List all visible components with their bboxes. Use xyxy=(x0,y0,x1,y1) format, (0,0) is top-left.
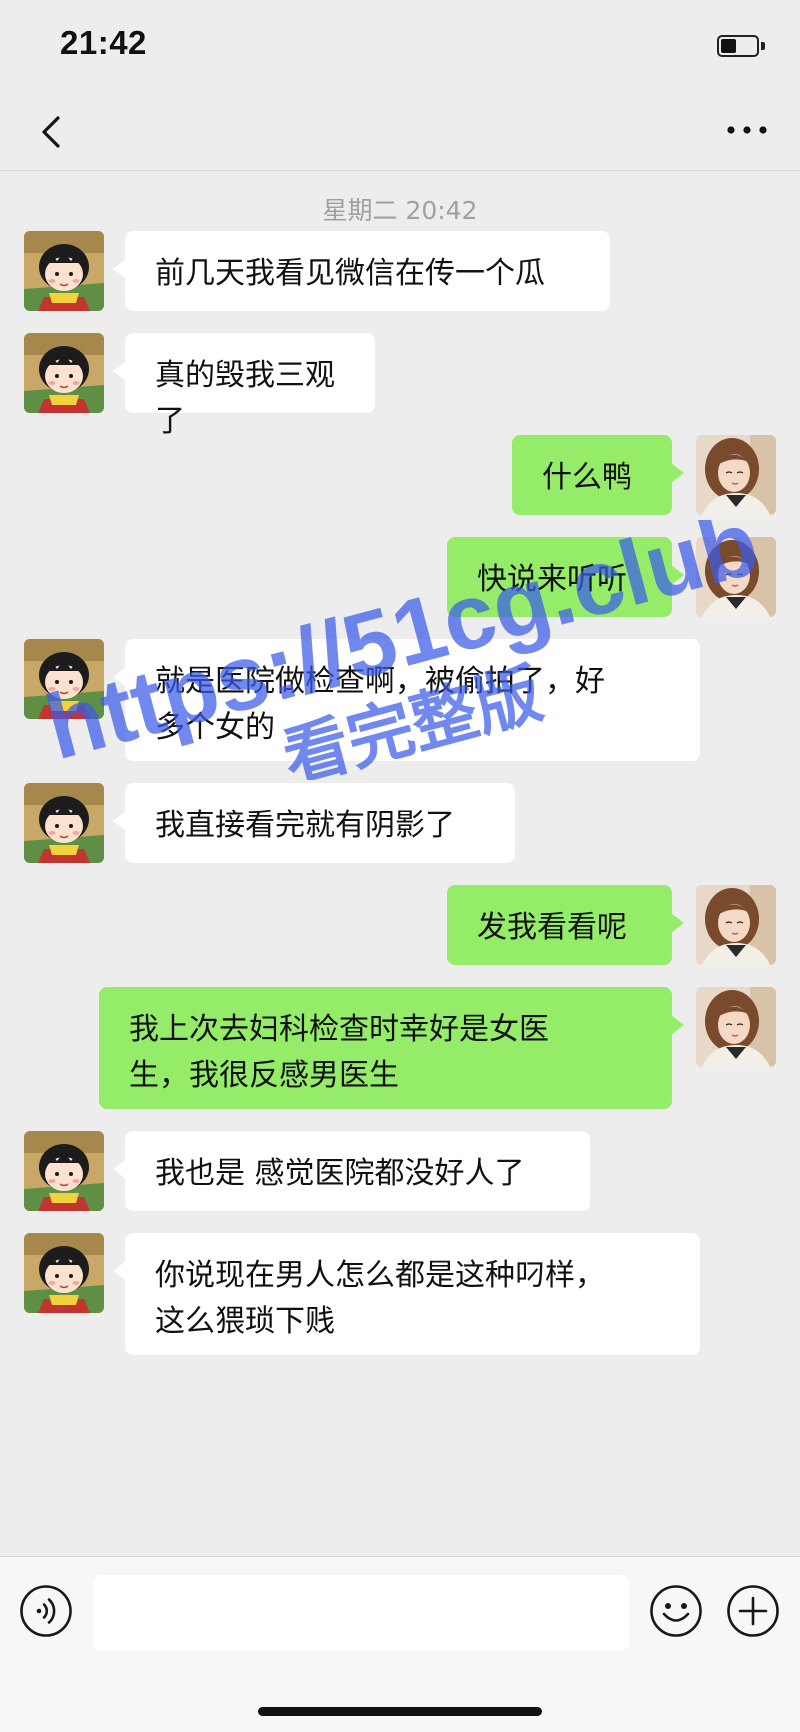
incoming-message-bubble[interactable]: 就是医院做检查啊，被偷拍了，好 多个女的 xyxy=(113,639,700,761)
message-row: 我直接看完就有阴影了 xyxy=(0,783,800,863)
voice-icon[interactable] xyxy=(18,1583,74,1639)
message-row: 真的毁我三观了 xyxy=(0,333,800,439)
incoming-message-bubble[interactable]: 我也是 感觉医院都没好人了 xyxy=(113,1131,590,1211)
outgoing-message-bubble[interactable]: 什么鸭 xyxy=(512,435,684,515)
user-photo-avatar[interactable] xyxy=(696,885,776,965)
cartoon-girl-avatar[interactable] xyxy=(24,231,104,311)
cartoon-girl-avatar[interactable] xyxy=(24,783,104,863)
input-bar xyxy=(0,1556,800,1732)
more-horizontal-icon[interactable] xyxy=(722,108,772,152)
user-photo-avatar[interactable] xyxy=(696,537,776,617)
incoming-message-bubble[interactable]: 你说现在男人怎么都是这种叼样， 这么猥琐下贱 xyxy=(113,1233,700,1355)
outgoing-message-bubble[interactable]: 发我看看呢 xyxy=(447,885,684,965)
message-row: 快说来听听 xyxy=(0,537,800,617)
nav-bar xyxy=(0,92,800,171)
chat-timestamp: 星期二 20:42 xyxy=(322,196,478,225)
incoming-message-bubble[interactable]: 真的毁我三观了 xyxy=(113,333,375,439)
incoming-message-bubble[interactable]: 前几天我看见微信在传一个瓜 xyxy=(113,231,610,311)
user-photo-avatar[interactable] xyxy=(696,435,776,515)
message-row: 前几天我看见微信在传一个瓜 xyxy=(0,231,800,311)
message-row: 就是医院做检查啊，被偷拍了，好 多个女的 xyxy=(0,639,800,761)
battery-icon xyxy=(717,35,759,57)
battery-level xyxy=(721,39,736,53)
message-input[interactable] xyxy=(93,1575,629,1651)
message-row: 我也是 感觉医院都没好人了 xyxy=(0,1131,800,1211)
cartoon-girl-avatar[interactable] xyxy=(24,1131,104,1211)
message-row: 我上次去妇科检查时幸好是女医 生，我很反感男医生 xyxy=(0,987,800,1109)
status-bar: 21:42 xyxy=(0,0,800,92)
incoming-message-bubble[interactable]: 我直接看完就有阴影了 xyxy=(113,783,515,863)
outgoing-message-bubble[interactable]: 我上次去妇科检查时幸好是女医 生，我很反感男医生 xyxy=(99,987,684,1109)
chat-area: 星期二 20:42 前几天我看见微信在传一个瓜真的毁我三观了什么鸭快说来听听就是… xyxy=(0,171,800,1556)
message-row: 你说现在男人怎么都是这种叼样， 这么猥琐下贱 xyxy=(0,1233,800,1355)
home-indicator xyxy=(258,1707,542,1716)
cartoon-girl-avatar[interactable] xyxy=(24,639,104,719)
chevron-left-icon[interactable] xyxy=(30,110,74,154)
message-row: 发我看看呢 xyxy=(0,885,800,965)
cartoon-girl-avatar[interactable] xyxy=(24,1233,104,1313)
user-photo-avatar[interactable] xyxy=(696,987,776,1067)
message-row: 什么鸭 xyxy=(0,435,800,515)
cartoon-girl-avatar[interactable] xyxy=(24,333,104,413)
outgoing-message-bubble[interactable]: 快说来听听 xyxy=(447,537,684,617)
battery-cap xyxy=(761,42,765,50)
plus-circle-icon[interactable] xyxy=(725,1583,781,1639)
status-time: 21:42 xyxy=(60,24,147,61)
emoji-icon[interactable] xyxy=(648,1583,704,1639)
